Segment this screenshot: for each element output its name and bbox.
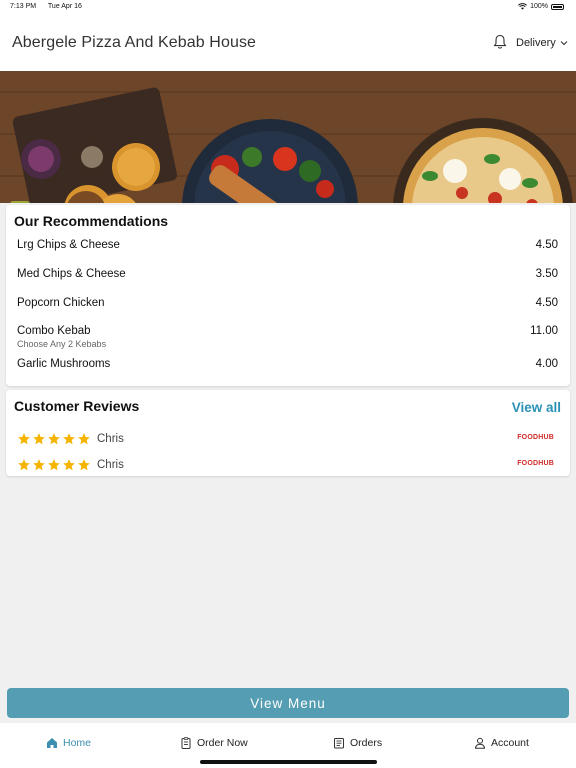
star-icon xyxy=(78,459,90,471)
recommendation-item[interactable]: Popcorn Chicken 4.50 xyxy=(17,297,558,313)
recommendation-item[interactable]: Med Chips & Cheese 3.50 xyxy=(17,268,558,284)
reviews-heading: Customer Reviews xyxy=(14,398,140,414)
item-price: 3.50 xyxy=(535,268,558,280)
status-bar: 7:13 PM Tue Apr 16 100% xyxy=(0,0,576,14)
food-banner xyxy=(0,71,576,203)
star-icon xyxy=(48,459,60,471)
item-name: Med Chips & Cheese xyxy=(17,268,126,280)
tab-account[interactable]: Account xyxy=(474,737,529,749)
item-name: Garlic Mushrooms xyxy=(17,358,111,370)
reviews-card: Customer Reviews View all Chris FOODHUB … xyxy=(6,390,570,476)
view-all-reviews-link[interactable]: View all xyxy=(512,400,561,415)
home-icon xyxy=(47,738,57,748)
review-author: Chris xyxy=(97,433,124,445)
recommendation-item[interactable]: Lrg Chips & Cheese 4.50 xyxy=(17,239,558,255)
foodhub-logo: FOODHUB xyxy=(517,434,554,441)
tab-account-label: Account xyxy=(491,737,529,749)
status-time: 7:13 PM xyxy=(10,3,37,10)
item-price: 11.00 xyxy=(530,325,558,337)
item-price: 4.00 xyxy=(535,358,558,370)
view-menu-button[interactable]: View Menu xyxy=(7,688,569,718)
star-icon xyxy=(78,433,90,445)
recommendations-heading: Our Recommendations xyxy=(14,213,169,229)
item-subtitle: Choose Any 2 Kebabs xyxy=(17,339,107,349)
bell-icon[interactable] xyxy=(493,34,507,50)
tab-orders-label: Orders xyxy=(350,737,383,749)
star-icon xyxy=(33,433,45,445)
review-item[interactable]: Chris FOODHUB xyxy=(17,458,554,474)
order-mode-label: Delivery xyxy=(516,37,556,49)
tab-home[interactable]: Home xyxy=(46,737,91,749)
star-rating xyxy=(17,458,91,472)
review-item[interactable]: Chris FOODHUB xyxy=(17,432,554,448)
item-price: 4.50 xyxy=(535,297,558,309)
star-icon xyxy=(18,433,30,445)
wifi-icon xyxy=(518,3,528,10)
receipt-icon xyxy=(334,738,344,749)
star-icon xyxy=(18,459,30,471)
recommendation-item[interactable]: Garlic Mushrooms 4.00 xyxy=(17,358,558,374)
recommendations-card: Our Recommendations Lrg Chips & Cheese 4… xyxy=(6,205,570,386)
tab-orders[interactable]: Orders xyxy=(333,737,382,749)
tab-order-now-label: Order Now xyxy=(197,737,248,749)
chevron-down-icon xyxy=(560,41,568,46)
star-icon xyxy=(48,433,60,445)
order-mode-dropdown[interactable]: Delivery xyxy=(516,37,568,49)
home-indicator[interactable] xyxy=(200,760,377,764)
item-name: Combo Kebab xyxy=(17,325,91,337)
user-icon xyxy=(474,737,486,749)
item-name: Popcorn Chicken xyxy=(17,297,105,309)
tab-order-now[interactable]: Order Now xyxy=(180,737,248,749)
star-icon xyxy=(63,459,75,471)
star-icon xyxy=(63,433,75,445)
star-rating xyxy=(17,432,91,446)
star-icon xyxy=(33,459,45,471)
status-date: Tue Apr 16 xyxy=(47,3,82,10)
battery-icon xyxy=(551,3,564,10)
restaurant-title: Abergele Pizza And Kebab House xyxy=(12,34,257,51)
review-author: Chris xyxy=(97,459,124,471)
clipboard-icon xyxy=(181,737,191,749)
app-header: Abergele Pizza And Kebab House Delivery xyxy=(0,14,576,71)
battery-percent: 100% xyxy=(530,3,548,10)
tab-home-label: Home xyxy=(63,737,92,749)
foodhub-logo: FOODHUB xyxy=(517,460,554,467)
item-price: 4.50 xyxy=(535,239,558,251)
recommendation-item[interactable]: Combo Kebab Choose Any 2 Kebabs 11.00 xyxy=(17,325,558,351)
food-banner-illustration xyxy=(0,71,576,203)
item-name: Lrg Chips & Cheese xyxy=(17,239,120,251)
